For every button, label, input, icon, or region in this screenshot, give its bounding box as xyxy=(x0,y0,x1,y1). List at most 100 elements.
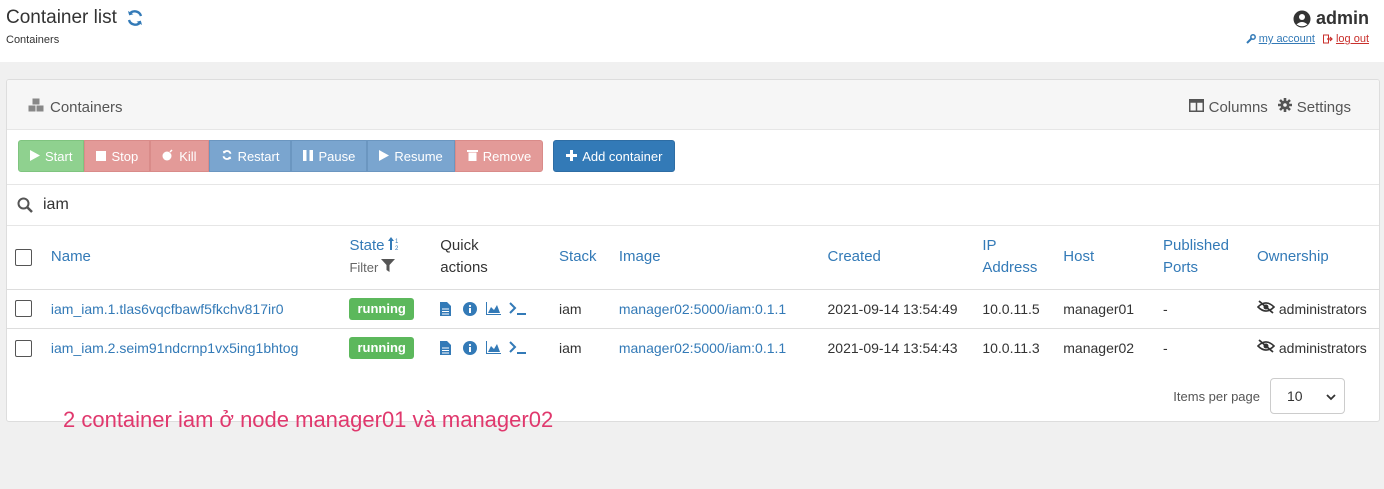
ownership-column-header[interactable]: Ownership xyxy=(1252,226,1379,290)
stop-label: Stop xyxy=(111,148,139,164)
items-per-page-select[interactable]: 10 xyxy=(1270,378,1345,414)
my-account-label: my account xyxy=(1258,33,1315,45)
state-filter[interactable]: Filter xyxy=(349,257,432,279)
logs-icon[interactable] xyxy=(440,340,454,355)
widget-title-block: Containers xyxy=(28,98,123,116)
sign-out-icon xyxy=(1322,34,1333,44)
ip-column-header[interactable]: IP Address xyxy=(978,226,1060,290)
search-bar xyxy=(7,184,1379,226)
ports-column-header[interactable]: Published Ports xyxy=(1159,226,1253,290)
remove-label: Remove xyxy=(482,148,532,164)
kill-button[interactable]: Kill xyxy=(150,140,209,172)
stats-icon[interactable] xyxy=(485,340,502,355)
stop-button[interactable]: Stop xyxy=(84,140,151,172)
row-checkbox[interactable] xyxy=(15,300,32,318)
ip-cell: 10.0.11.5 xyxy=(978,289,1060,329)
created-cell: 2021-09-14 13:54:43 xyxy=(827,339,958,356)
stats-icon[interactable] xyxy=(485,301,502,316)
ownership-label: administrators xyxy=(1278,340,1367,357)
play-icon xyxy=(30,149,40,164)
refresh-icon[interactable] xyxy=(125,8,145,28)
page-title-block: Container list xyxy=(6,7,145,29)
info-icon[interactable] xyxy=(463,301,478,316)
items-per-page-value: 10 xyxy=(1287,388,1303,404)
quick-actions-header-label: Quick actions xyxy=(440,237,488,277)
created-column-header[interactable]: Created xyxy=(823,226,979,290)
columns-icon xyxy=(1188,98,1204,116)
name-cell: iam_iam.2.seim91ndcrnp1vx5ing1bhtog xyxy=(47,328,346,367)
remove-button[interactable]: Remove xyxy=(454,140,544,172)
image-cell: manager02:5000/iam:0.1.1 xyxy=(614,289,824,329)
widget-title: Containers xyxy=(50,98,123,116)
host-header-label: Host xyxy=(1063,248,1095,266)
stack-cell: iam xyxy=(559,339,582,356)
widget-header: Containers Columns Settings xyxy=(7,80,1379,130)
state-cell: running xyxy=(345,289,437,329)
eye-slash-icon xyxy=(1256,300,1276,317)
user-circle-icon xyxy=(1293,10,1311,28)
quick-actions-cell xyxy=(436,289,556,329)
image-column-header[interactable]: Image xyxy=(614,226,824,290)
stack-cell: iam xyxy=(555,289,615,329)
log-out-link[interactable]: log out xyxy=(1322,33,1369,45)
quick-actions-cell xyxy=(436,328,555,367)
play-icon xyxy=(379,149,390,164)
image-link[interactable]: manager02:5000/iam:0.1.1 xyxy=(619,301,786,317)
svg-text:2: 2 xyxy=(395,246,399,250)
my-account-link[interactable]: my account xyxy=(1246,33,1315,45)
table-row: iam_iam.1.tlas6vqcfbawf5fkchv817ir0 runn… xyxy=(7,289,1379,329)
pagination-controls: Items per page 10 xyxy=(1173,378,1345,414)
pause-button[interactable]: Pause xyxy=(291,140,368,172)
eye-slash-icon xyxy=(1256,339,1276,356)
refresh-icon xyxy=(221,149,233,164)
logs-icon[interactable] xyxy=(440,301,454,316)
name-header-label: Name xyxy=(50,248,91,266)
add-container-button[interactable]: Add container xyxy=(553,140,676,172)
row-select-cell xyxy=(7,328,47,367)
state-column-header[interactable]: State 12 Filter xyxy=(345,226,437,290)
gear-icon xyxy=(1277,98,1292,116)
trash-icon xyxy=(466,149,478,164)
restart-button[interactable]: Restart xyxy=(208,140,292,172)
select-all-checkbox[interactable] xyxy=(15,248,32,266)
ip-header-label: IP Address xyxy=(982,237,1038,277)
info-icon[interactable] xyxy=(463,340,478,355)
stack-column-header[interactable]: Stack xyxy=(555,226,615,290)
host-cell: manager02 xyxy=(1063,339,1135,356)
row-checkbox[interactable] xyxy=(15,339,32,357)
name-column-header[interactable]: Name xyxy=(46,226,346,290)
ip-cell: 10.0.11.3 xyxy=(982,339,1040,356)
resume-label: Resume xyxy=(394,148,443,164)
restart-label: Restart xyxy=(237,148,280,164)
bomb-icon xyxy=(162,148,174,164)
console-icon[interactable] xyxy=(509,341,527,355)
created-cell: 2021-09-14 13:54:49 xyxy=(823,289,979,329)
settings-button[interactable]: Settings xyxy=(1277,98,1351,116)
start-button[interactable]: Start xyxy=(18,140,85,172)
sort-icon: 12 xyxy=(388,235,401,257)
columns-button[interactable]: Columns xyxy=(1188,98,1268,116)
container-name-link[interactable]: iam_iam.2.seim91ndcrnp1vx5ing1bhtog xyxy=(51,340,298,356)
host-column-header[interactable]: Host xyxy=(1059,226,1160,290)
name-cell: iam_iam.1.tlas6vqcfbawf5fkchv817ir0 xyxy=(46,289,346,329)
console-icon[interactable] xyxy=(509,301,527,316)
state-cell: running xyxy=(345,328,436,367)
top-bar: Container list Containers admin my accou… xyxy=(0,0,1384,62)
add-container-label: Add container xyxy=(582,148,663,164)
select-all-cell xyxy=(7,226,47,290)
quick-actions-column-header: Quick actions xyxy=(436,226,556,290)
resume-button[interactable]: Resume xyxy=(367,140,455,172)
created-header-label: Created xyxy=(827,248,881,266)
ownership-cell: administrators xyxy=(1252,289,1379,329)
columns-label: Columns xyxy=(1208,98,1268,116)
kill-label: Kill xyxy=(179,148,197,164)
search-input[interactable] xyxy=(43,196,643,214)
stop-icon xyxy=(96,149,107,164)
container-name-link[interactable]: iam_iam.1.tlas6vqcfbawf5fkchv817ir0 xyxy=(51,301,284,317)
image-link[interactable]: manager02:5000/iam:0.1.1 xyxy=(619,340,786,356)
page-title: Container list xyxy=(6,7,117,28)
status-badge: running xyxy=(349,336,414,359)
svg-text:1: 1 xyxy=(395,239,399,245)
ports-header-label: Published Ports xyxy=(1163,237,1229,277)
annotation-text: 2 container iam ở node manager01 và mana… xyxy=(63,407,554,432)
